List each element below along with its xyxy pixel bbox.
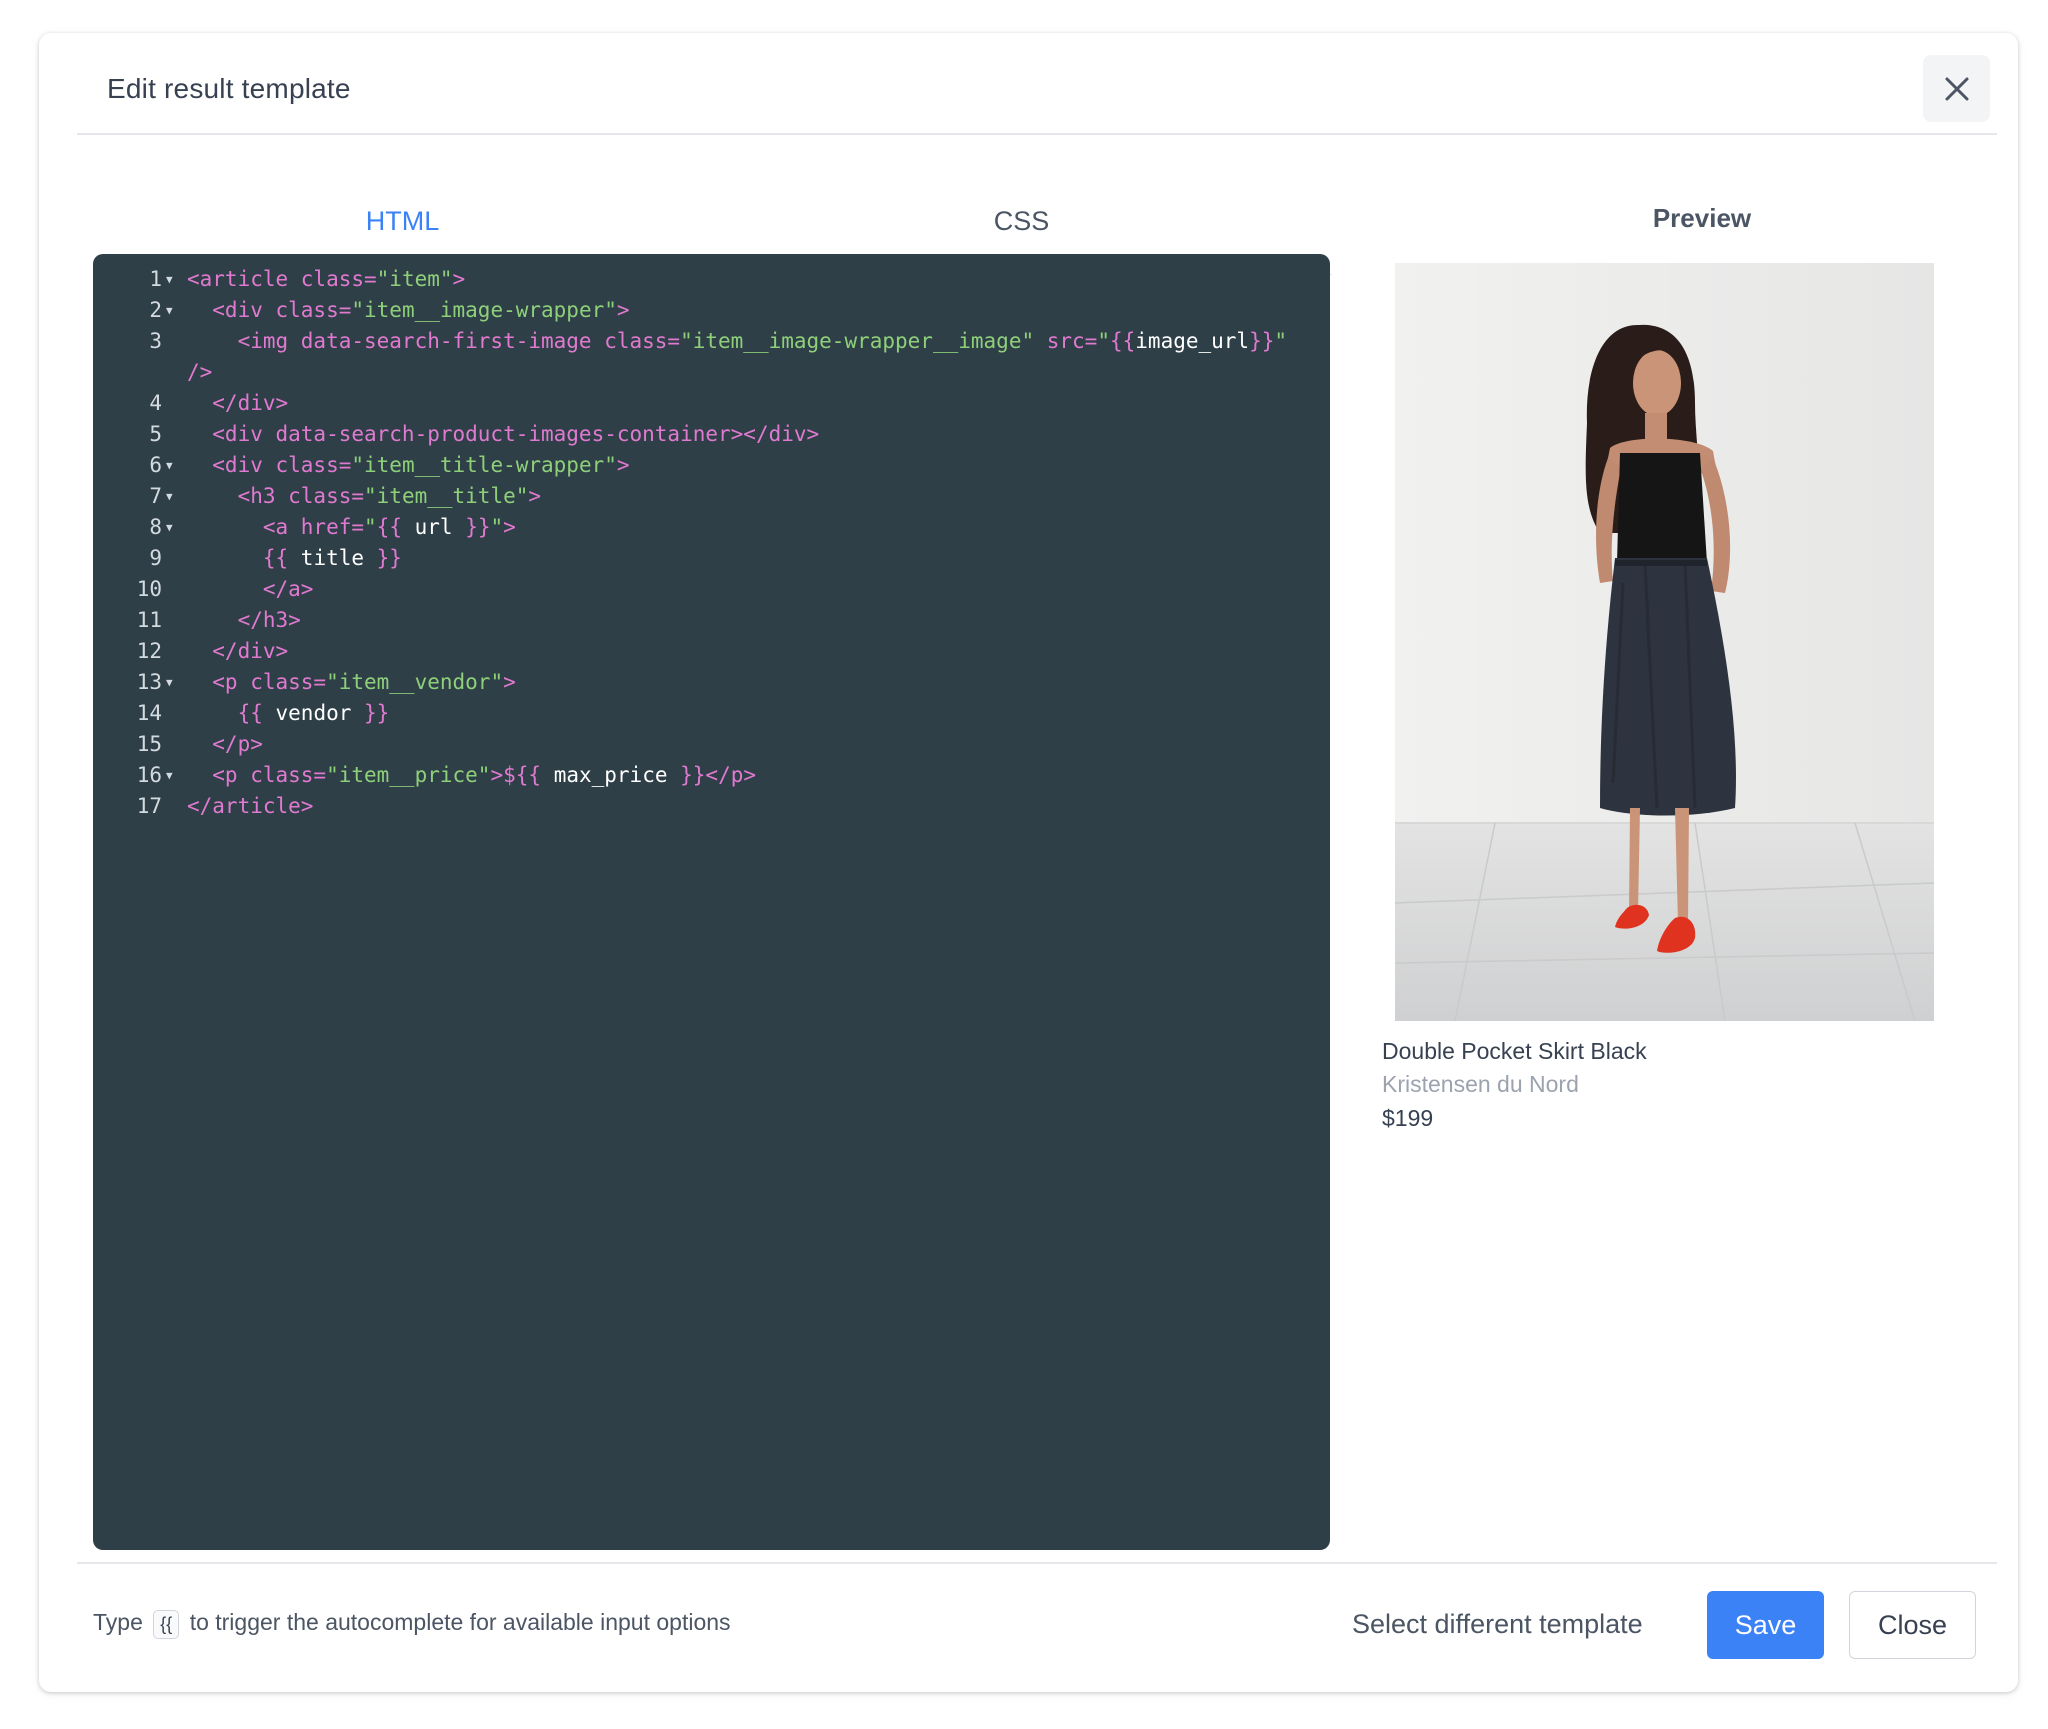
code-line[interactable]: 7 ▼ <h3 class="item__title"> [93, 481, 1330, 512]
code-line[interactable]: 4 </div> [93, 388, 1330, 419]
code-text: </div> [187, 391, 289, 415]
code-text: <img data-search-first-image class="item… [187, 329, 1288, 353]
code-text: <p class="item__price">${{ max_price }}<… [187, 763, 756, 787]
code-text: </p> [187, 732, 263, 756]
hint-prefix: Type [93, 1609, 143, 1635]
code-line[interactable]: /> [93, 357, 1330, 388]
preview-product-vendor: Kristensen du Nord [1382, 1071, 1579, 1097]
code-line[interactable]: 14 {{ vendor }} [93, 698, 1330, 729]
line-number: 5 [149, 422, 162, 446]
header-divider [77, 133, 1997, 135]
line-number: 16 [136, 763, 162, 787]
line-number: 11 [136, 608, 162, 632]
code-editor[interactable]: 1 ▼ <article class="item"> 2 ▼ <div class="i… [93, 254, 1330, 1550]
line-number: 9 [149, 546, 162, 570]
code-text: <h3 class="item__title"> [187, 484, 542, 508]
code-line[interactable]: 3 <img data-search-first-image class="it… [93, 326, 1330, 357]
line-number: 3 [149, 329, 162, 353]
preview-product-price: $199 [1382, 1105, 1434, 1131]
fold-toggle-icon[interactable]: ▼ [166, 295, 180, 326]
fold-toggle-icon[interactable]: ▼ [166, 760, 180, 791]
code-text: <div class="item__image-wrapper"> [187, 298, 630, 322]
code-line[interactable]: 10 </a> [93, 574, 1330, 605]
preview-heading: Preview [1652, 203, 1752, 233]
close-modal-button[interactable] [1923, 55, 1990, 122]
code-text: {{ vendor }} [237, 701, 390, 725]
code-line[interactable]: 17 </article> [93, 791, 1330, 822]
code-text: </a> [187, 577, 314, 601]
fold-toggle-icon[interactable]: ▼ [166, 450, 180, 481]
select-different-template-link[interactable]: Select different template [1352, 1609, 1643, 1640]
code-text: <a href="{{ url }}"> [187, 515, 516, 539]
line-number: 13 [136, 670, 162, 694]
footer-divider [77, 1562, 1997, 1564]
line-number: 10 [136, 577, 162, 601]
code-line[interactable]: 11 </h3> [93, 605, 1330, 636]
edit-template-modal: Edit result template HTML CSS 1 ▼ <article… [39, 33, 2018, 1692]
code-text: </h3> [187, 608, 301, 632]
code-content[interactable]: 1 ▼ <article class="item"> 2 ▼ <div class="i… [93, 264, 1330, 822]
code-line[interactable]: 9 {{ title }} [93, 543, 1330, 574]
code-text: </div> [187, 639, 289, 663]
product-image [1395, 263, 1934, 1021]
line-number: 8 [149, 515, 162, 539]
code-line[interactable]: 1 ▼ <article class="item"> [93, 264, 1330, 295]
close-icon [1945, 77, 1968, 100]
fold-toggle-icon[interactable]: ▼ [166, 481, 180, 512]
code-text: {{ title }} [262, 546, 402, 570]
code-text: </article> [187, 794, 314, 818]
line-number: 14 [136, 701, 162, 725]
line-number: 2 [149, 298, 162, 322]
code-line[interactable]: 12 </div> [93, 636, 1330, 667]
line-number: 12 [136, 639, 162, 663]
fold-toggle-icon[interactable]: ▼ [166, 264, 180, 295]
code-line[interactable]: 8 ▼ <a href="{{ url }}"> [93, 512, 1330, 543]
line-number: 6 [149, 453, 162, 477]
code-line[interactable]: 15 </p> [93, 729, 1330, 760]
line-number: 15 [136, 732, 162, 756]
line-number: 7 [149, 484, 162, 508]
code-line[interactable]: 13 ▼ <p class="item__vendor"> [93, 667, 1330, 698]
code-text: <p class="item__vendor"> [187, 670, 516, 694]
line-number: 17 [136, 794, 162, 818]
code-line[interactable]: 5 <div data-search-product-images-contai… [93, 419, 1330, 450]
code-text: <div class="item__title-wrapper"> [187, 453, 630, 477]
preview-product-title: Double Pocket Skirt Black [1382, 1038, 1647, 1064]
line-number: 1 [149, 267, 162, 291]
code-line[interactable]: 16 ▼ <p class="item__price">${{ max_price… [93, 760, 1330, 791]
code-text: <div data-search-product-images-containe… [187, 422, 820, 446]
code-text: /> [187, 360, 213, 384]
code-line[interactable]: 6 ▼ <div class="item__title-wrapper"> [93, 450, 1330, 481]
code-line[interactable]: 2 ▼ <div class="item__image-wrapper"> [93, 295, 1330, 326]
fold-toggle-icon[interactable]: ▼ [166, 667, 180, 698]
line-number: 4 [149, 391, 162, 415]
hint-key: {{ [153, 1610, 180, 1639]
save-button[interactable]: Save [1707, 1591, 1824, 1659]
close-button[interactable]: Close [1849, 1591, 1976, 1659]
modal-title: Edit result template [107, 73, 351, 104]
hint-suffix: to trigger the autocomplete for availabl… [189, 1609, 731, 1635]
autocomplete-hint: Type {{ to trigger the autocomplete for … [93, 1609, 731, 1639]
fold-toggle-icon[interactable]: ▼ [166, 512, 180, 543]
code-text: <article class="item"> [187, 267, 466, 291]
